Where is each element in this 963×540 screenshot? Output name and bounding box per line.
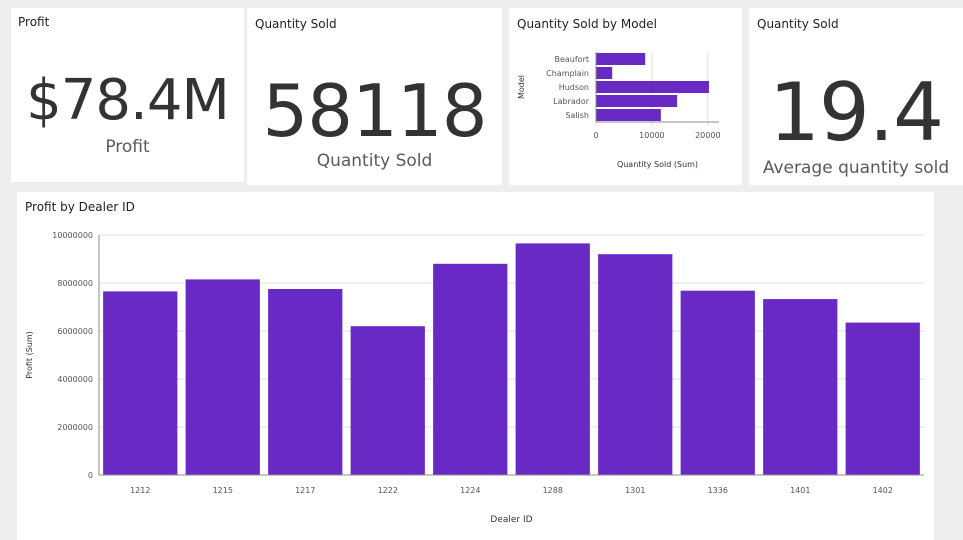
x-tick-label: 1288 (543, 486, 563, 495)
y-tick-label: Labrador (553, 97, 590, 106)
x-tick-label: 20000 (695, 131, 720, 140)
x-tick-label: 1401 (790, 486, 810, 495)
bar-1301 (598, 254, 673, 475)
profit-card: Profit $78.4M Profit (11, 8, 244, 182)
quantity-sold-card-title: Quantity Sold (255, 17, 337, 31)
bar-1212 (103, 291, 178, 475)
y-tick-label: Beaufort (554, 55, 589, 64)
quantity-sold-value: 58118 (262, 69, 487, 153)
bar-1336 (680, 290, 755, 475)
model-chart-card: Quantity Sold by Model 0 10000 20000 Beaufo… (509, 8, 742, 185)
x-axis-title: Dealer ID (490, 515, 532, 525)
bar-beaufort (596, 53, 646, 65)
model-bar-chart: 0 10000 20000 Beaufort Champlain Hudson Labrad… (517, 52, 721, 169)
y-tick-label: 10000000 (52, 231, 93, 240)
profit-value: $78.4M (26, 68, 230, 133)
bar-1217 (268, 289, 343, 475)
dealer-chart-card: Profit by Dealer ID 0 2000000 4000000 60000… (17, 192, 934, 540)
x-tick-label: 1301 (625, 486, 645, 495)
bar-1224 (433, 263, 508, 475)
x-tick-label: 1402 (873, 486, 893, 495)
x-tick-label: 1224 (460, 486, 480, 495)
x-tick-label: 1336 (708, 486, 728, 495)
bar-1215 (185, 279, 260, 475)
average-card-title: Quantity Sold (757, 17, 839, 31)
bar-hudson (596, 81, 709, 93)
x-tick-label: 1215 (213, 486, 233, 495)
average-card: Quantity Sold 19.4 Average quantity sold (749, 8, 963, 185)
x-axis-title: Quantity Sold (Sum) (617, 160, 698, 169)
y-axis-title: Profit (Sum) (25, 331, 34, 379)
y-tick-label: 2000000 (57, 423, 93, 432)
quantity-sold-label: Quantity Sold (316, 151, 433, 171)
y-tick-label: 4000000 (57, 375, 93, 384)
bar-salish (596, 109, 661, 121)
y-tick-label: 6000000 (57, 327, 93, 336)
dealer-bar-chart: 0 2000000 4000000 6000000 8000000 10000000 121… (25, 231, 924, 525)
profit-card-title: Profit (18, 15, 50, 29)
bar-1222 (350, 326, 425, 475)
x-tick-label: 0 (593, 131, 598, 140)
bar-1401 (763, 299, 838, 475)
average-label: Average quantity sold (762, 158, 950, 178)
y-tick-label: 8000000 (57, 279, 93, 288)
profit-label: Profit (105, 137, 150, 157)
x-tick-label: 1212 (130, 486, 150, 495)
y-axis-title: Model (517, 75, 526, 99)
y-tick-label: Champlain (546, 69, 589, 78)
y-tick-label: Hudson (559, 83, 589, 92)
average-value: 19.4 (768, 66, 944, 159)
bar-1288 (515, 243, 590, 475)
y-tick-label: Salish (565, 111, 589, 120)
y-tick-label: 0 (88, 471, 93, 480)
x-tick-label: 10000 (639, 131, 664, 140)
bar-labrador (596, 95, 678, 107)
bar-champlain (596, 67, 613, 79)
x-tick-label: 1217 (295, 486, 315, 495)
quantity-sold-card: Quantity Sold 58118 Quantity Sold (247, 8, 502, 185)
x-tick-label: 1222 (378, 486, 398, 495)
bar-1402 (845, 322, 920, 475)
